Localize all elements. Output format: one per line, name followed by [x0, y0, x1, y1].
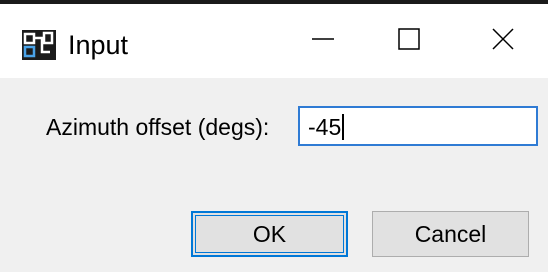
azimuth-offset-label: Azimuth offset (degs):: [46, 114, 270, 140]
cancel-button-label: Cancel: [414, 220, 487, 247]
azimuth-offset-text: -45: [308, 114, 342, 140]
maximize-button[interactable]: [364, 4, 454, 78]
ok-button[interactable]: OK: [191, 211, 348, 257]
cancel-button[interactable]: Cancel: [372, 211, 529, 257]
app-logo-icon: [22, 30, 56, 60]
close-icon: [491, 27, 515, 56]
window-title: Input: [68, 30, 129, 60]
input-dialog: Input Azimuth offset (degs): -45 OK Canc…: [0, 0, 548, 272]
azimuth-offset-value: -45: [308, 113, 345, 141]
maximize-icon: [397, 27, 421, 56]
ok-button-focus-ring: [195, 215, 344, 253]
text-caret: [342, 114, 345, 140]
minimize-button[interactable]: [278, 4, 368, 78]
minimize-icon: [311, 27, 335, 56]
azimuth-offset-input[interactable]: -45: [298, 106, 538, 146]
close-button[interactable]: [458, 4, 548, 78]
